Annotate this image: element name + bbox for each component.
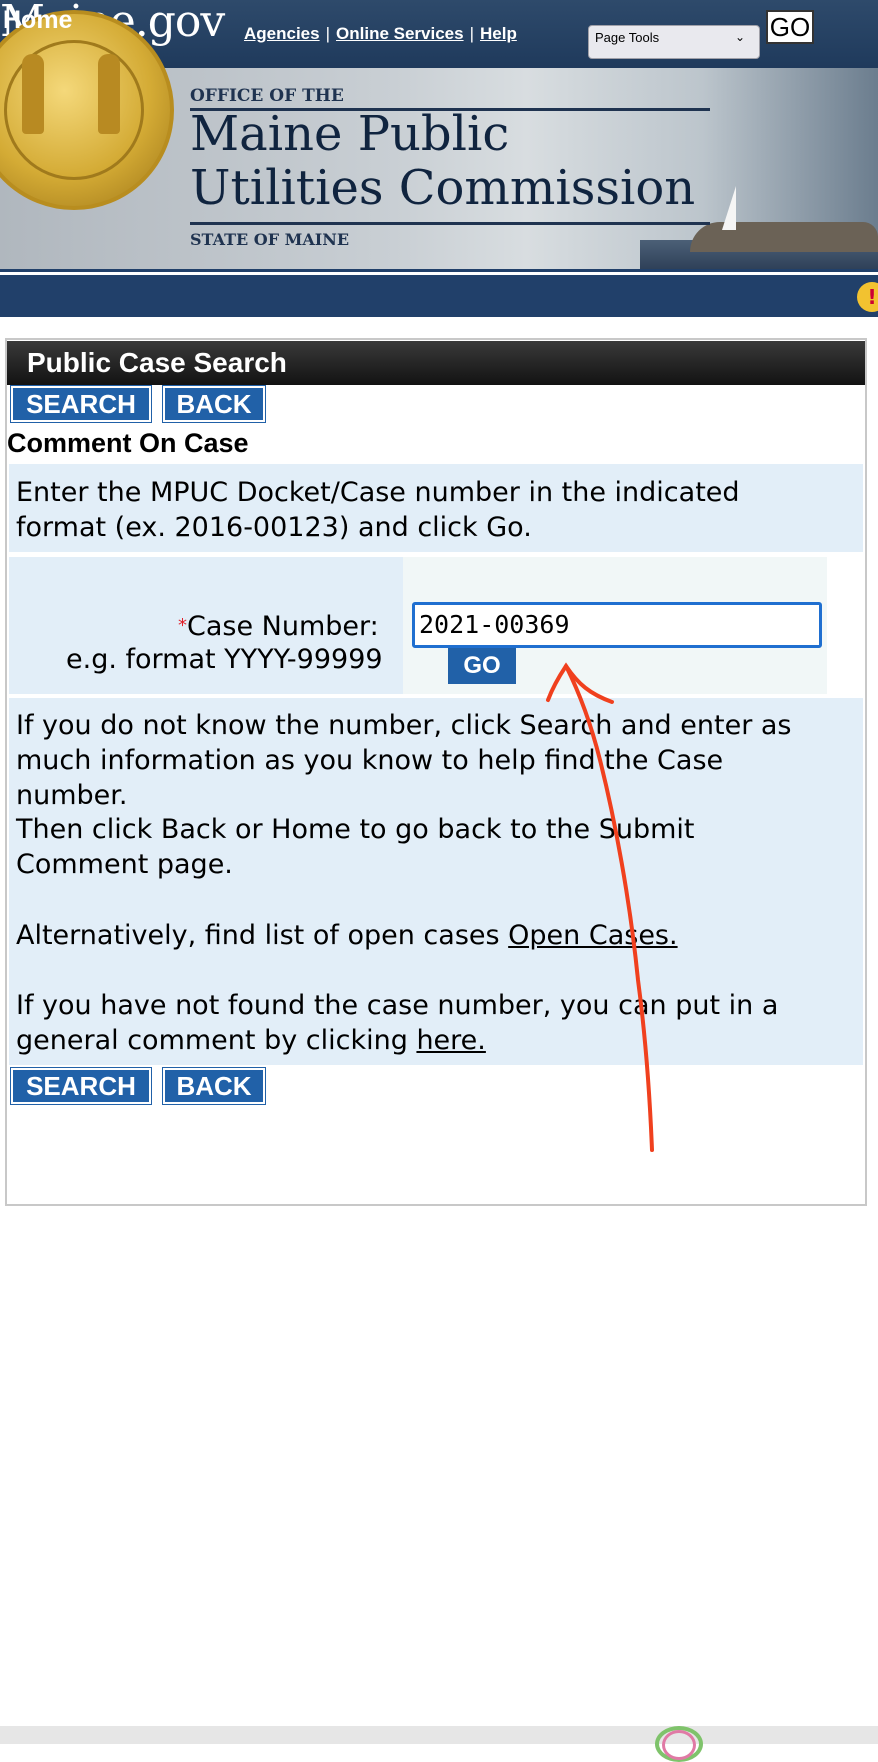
footer-badge-inner	[662, 1730, 696, 1760]
footer-bar	[0, 1726, 878, 1744]
annotation-arrow-icon	[546, 662, 654, 1152]
